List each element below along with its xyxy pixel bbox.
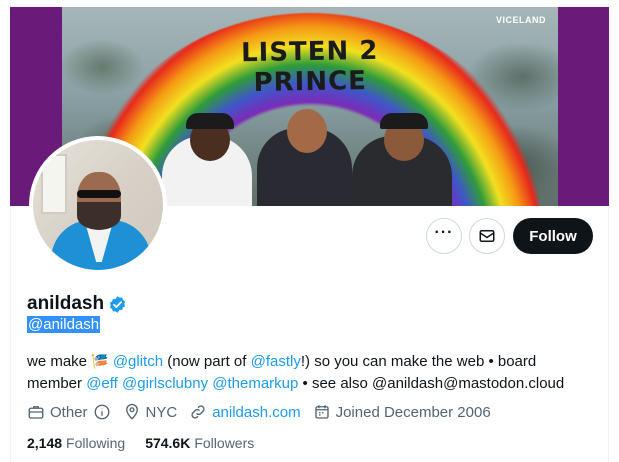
follow-button[interactable]: Follow	[513, 218, 593, 254]
display-name-row: anildash	[27, 293, 127, 315]
username-handle: @anildash	[27, 316, 101, 333]
profile-bio: we make 🎏 @glitch (now part of @fastly!)…	[27, 350, 587, 395]
mention-eff[interactable]: @eff	[86, 375, 118, 392]
following-count: 2,148	[27, 435, 63, 451]
mention-themarkup[interactable]: @themarkup	[212, 375, 298, 392]
message-button[interactable]	[469, 218, 505, 254]
briefcase-icon	[28, 406, 44, 419]
more-button[interactable]: ···	[426, 218, 462, 254]
info-icon[interactable]	[93, 403, 111, 421]
banner-people	[162, 109, 462, 206]
joined-item: Joined December 2006	[313, 403, 491, 421]
location-item: NYC	[123, 403, 178, 421]
category-label: Other	[50, 403, 88, 421]
followers-link[interactable]: 574.6K Followers	[145, 435, 254, 451]
website-link[interactable]: anildash.com	[212, 404, 300, 421]
mention-fastly[interactable]: @fastly	[251, 353, 301, 370]
link-icon	[191, 405, 205, 419]
profile-avatar[interactable]	[29, 136, 167, 274]
bio-text: (now part of	[163, 353, 251, 370]
followers-label: Followers	[194, 435, 255, 451]
joined-label: Joined December 2006	[335, 403, 491, 421]
ellipsis-icon: ···	[434, 224, 454, 241]
location-label: NYC	[145, 403, 178, 421]
calendar-icon	[314, 405, 329, 419]
envelope-icon	[479, 230, 495, 242]
follow-stats: 2,148 Following 574.6K Followers	[27, 435, 274, 451]
bio-text: • see also @anildash@mastodon.cloud	[298, 375, 565, 392]
following-link[interactable]: 2,148 Following	[27, 435, 125, 451]
verified-badge-icon[interactable]	[108, 295, 127, 314]
mention-girlsclubny[interactable]: @girlsclubny	[122, 375, 208, 392]
category-item: Other	[27, 403, 111, 421]
network-logo: VICELAND	[495, 15, 546, 25]
website-item: anildash.com	[189, 403, 301, 421]
mention-glitch[interactable]: @glitch	[113, 353, 163, 370]
carp-streamer-emoji: 🎏	[91, 353, 109, 369]
location-pin-icon	[125, 403, 138, 420]
bio-text: we make	[27, 353, 92, 370]
display-name: anildash	[27, 293, 105, 314]
followers-count: 574.6K	[145, 435, 191, 451]
following-label: Following	[66, 435, 126, 451]
profile-meta: Other NYC anildash.com Joined December 2…	[27, 403, 503, 421]
banner-headline: LISTEN 2 PRINCE	[240, 35, 379, 98]
